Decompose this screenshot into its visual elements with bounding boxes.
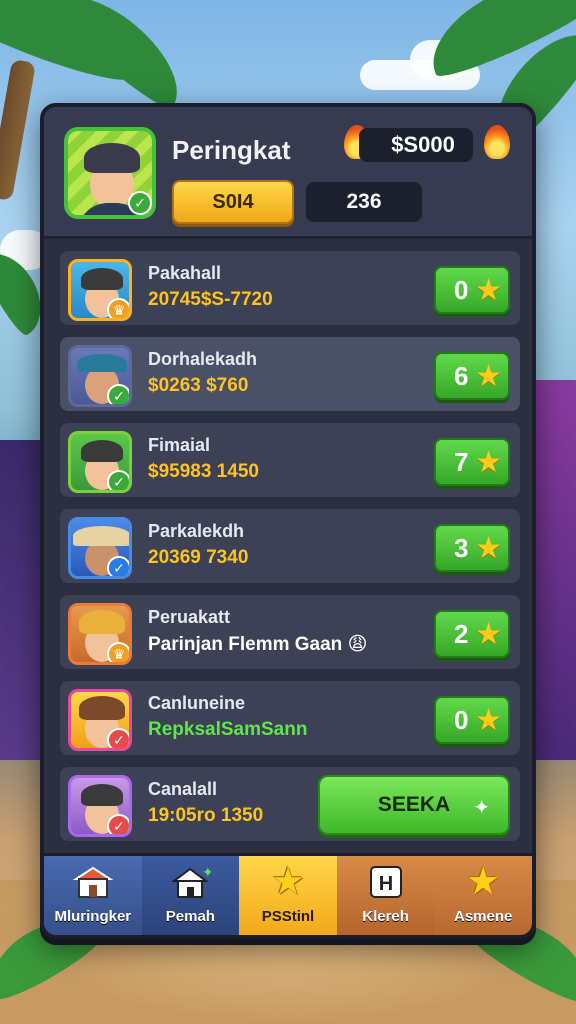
player-status: Parinjan Flemm Gaan 😩 bbox=[148, 634, 368, 655]
player-score: 20745$S-7720 bbox=[148, 289, 273, 310]
row-avatar: ✓ bbox=[68, 345, 132, 407]
leaderboard-panel: ✓ Peringkat $S000 S0I4 236 ♛ Pakahall 20… bbox=[40, 103, 536, 939]
row-avatar: ✓ bbox=[68, 431, 132, 493]
star-icon: ★ bbox=[475, 446, 502, 479]
check-icon: ✓ bbox=[107, 556, 129, 576]
avatar-hair bbox=[81, 268, 123, 290]
avatar-hair bbox=[84, 143, 140, 173]
tab-label: Klereh bbox=[362, 908, 409, 925]
flame-icon bbox=[484, 125, 510, 159]
row-avatar: ✓ bbox=[68, 775, 132, 837]
leaderboard-row[interactable]: ♛ Pakahall 20745$S-7720 0 ★ bbox=[58, 249, 522, 327]
player-name: Canalall bbox=[148, 779, 218, 799]
player-score: 19:05ro 1350 bbox=[148, 805, 264, 826]
player-name: Pakahall bbox=[148, 263, 222, 283]
check-icon: ✓ bbox=[107, 470, 129, 490]
star-icon: ★ bbox=[475, 274, 502, 307]
h-box-icon: H bbox=[365, 864, 407, 900]
player-name: Parkalekdh bbox=[148, 521, 245, 541]
bottom-tab-bar: Mluringker ✦ Pemah ★ PSStinl H Klereh ★ … bbox=[44, 853, 532, 935]
crown-icon: ♛ bbox=[107, 642, 129, 662]
star-icon: ★ bbox=[270, 861, 306, 903]
player-score: $95983 1450 bbox=[148, 461, 259, 482]
rank-value: 3 bbox=[454, 532, 469, 563]
leaderboard-row[interactable]: ♛ Peruakatt Parinjan Flemm Gaan 😩 2 ★ bbox=[58, 593, 522, 671]
palm-trunk bbox=[0, 58, 36, 202]
header-yellow-button[interactable]: S0I4 bbox=[172, 180, 294, 224]
rank-button[interactable]: 7 ★ bbox=[434, 438, 510, 486]
rank-button[interactable]: 2 ★ bbox=[434, 610, 510, 658]
rank-button[interactable]: 0 ★ bbox=[434, 696, 510, 744]
shop-icon bbox=[72, 864, 114, 900]
avatar-hair bbox=[81, 784, 123, 806]
sparkle-icon: ✦ bbox=[473, 797, 490, 819]
leaderboard-row[interactable]: ✓ Dorhalekadh $0263 $760 6 ★ bbox=[58, 335, 522, 413]
check-icon: ✓ bbox=[128, 191, 152, 215]
avatar-hat bbox=[73, 526, 129, 546]
player-name: Fimaial bbox=[148, 435, 211, 455]
leaderboard-header: ✓ Peringkat $S000 S0I4 236 bbox=[44, 107, 532, 239]
svg-text:H: H bbox=[378, 873, 392, 895]
row-avatar: ✓ bbox=[68, 517, 132, 579]
tab-klereh[interactable]: H Klereh bbox=[336, 856, 435, 935]
rank-value: 0 bbox=[454, 704, 469, 735]
tab-label: PSStinl bbox=[261, 908, 315, 925]
avatar-hair bbox=[79, 696, 125, 720]
tab-pemah[interactable]: ✦ Pemah bbox=[141, 856, 240, 935]
player-avatar[interactable]: ✓ bbox=[64, 127, 156, 219]
tab-label: Asmene bbox=[453, 908, 513, 925]
player-score: 236 bbox=[306, 182, 422, 222]
row-avatar: ♛ bbox=[68, 259, 132, 321]
leaderboard-row[interactable]: ✓ Parkalekdh 20369 7340 3 ★ bbox=[58, 507, 522, 585]
coin-balance: $S000 bbox=[359, 128, 473, 162]
rank-button[interactable]: 6 ★ bbox=[434, 352, 510, 400]
leaderboard-row[interactable]: ✓ Fimaial $95983 1450 7 ★ bbox=[58, 421, 522, 499]
avatar-hair bbox=[79, 610, 125, 634]
svg-text:✦: ✦ bbox=[202, 865, 211, 881]
page-title: Peringkat bbox=[172, 135, 291, 165]
seeka-label: SEEKA bbox=[377, 793, 451, 816]
tab-asmene[interactable]: ★ Asmene bbox=[434, 856, 532, 935]
crown-icon: ♛ bbox=[107, 298, 129, 318]
rank-value: 7 bbox=[454, 446, 469, 477]
seeka-button[interactable]: SEEKA ✦ bbox=[318, 775, 510, 835]
player-name: Dorhalekadh bbox=[148, 349, 258, 369]
check-icon: ✓ bbox=[107, 814, 129, 834]
home-icon: ✦ bbox=[169, 864, 211, 900]
avatar-cap bbox=[77, 354, 127, 372]
player-status: RepksalSamSann bbox=[148, 719, 308, 740]
check-icon: ✓ bbox=[107, 728, 129, 748]
star-icon: ★ bbox=[466, 861, 501, 903]
star-icon: ★ bbox=[475, 618, 502, 651]
tab-mluringker[interactable]: Mluringker bbox=[44, 856, 142, 935]
leaderboard-row[interactable]: ✓ Canluneine RepksalSamSann 0 ★ bbox=[58, 679, 522, 757]
star-icon: ★ bbox=[475, 704, 502, 737]
rank-button[interactable]: 0 ★ bbox=[434, 266, 510, 314]
player-name: Canluneine bbox=[148, 693, 246, 713]
star-icon: ★ bbox=[475, 532, 502, 565]
avatar-hair bbox=[81, 440, 123, 462]
rank-button[interactable]: 3 ★ bbox=[434, 524, 510, 572]
row-avatar: ✓ bbox=[68, 689, 132, 751]
leaderboard-row[interactable]: ✓ Canalall 19:05ro 1350 SEEKA ✦ bbox=[58, 765, 522, 843]
tab-label: Mluringker bbox=[54, 908, 132, 925]
star-icon: ★ bbox=[475, 360, 502, 393]
player-score: $0263 $760 bbox=[148, 375, 249, 396]
row-avatar: ♛ bbox=[68, 603, 132, 665]
player-name: Peruakatt bbox=[148, 607, 231, 627]
tab-psstinl[interactable]: ★ PSStinl bbox=[239, 856, 337, 935]
rank-value: 2 bbox=[454, 618, 469, 649]
rank-value: 0 bbox=[454, 274, 469, 305]
player-score: 20369 7340 bbox=[148, 547, 249, 568]
rank-value: 6 bbox=[454, 360, 469, 391]
check-icon: ✓ bbox=[107, 384, 129, 404]
tab-label: Pemah bbox=[165, 908, 215, 925]
